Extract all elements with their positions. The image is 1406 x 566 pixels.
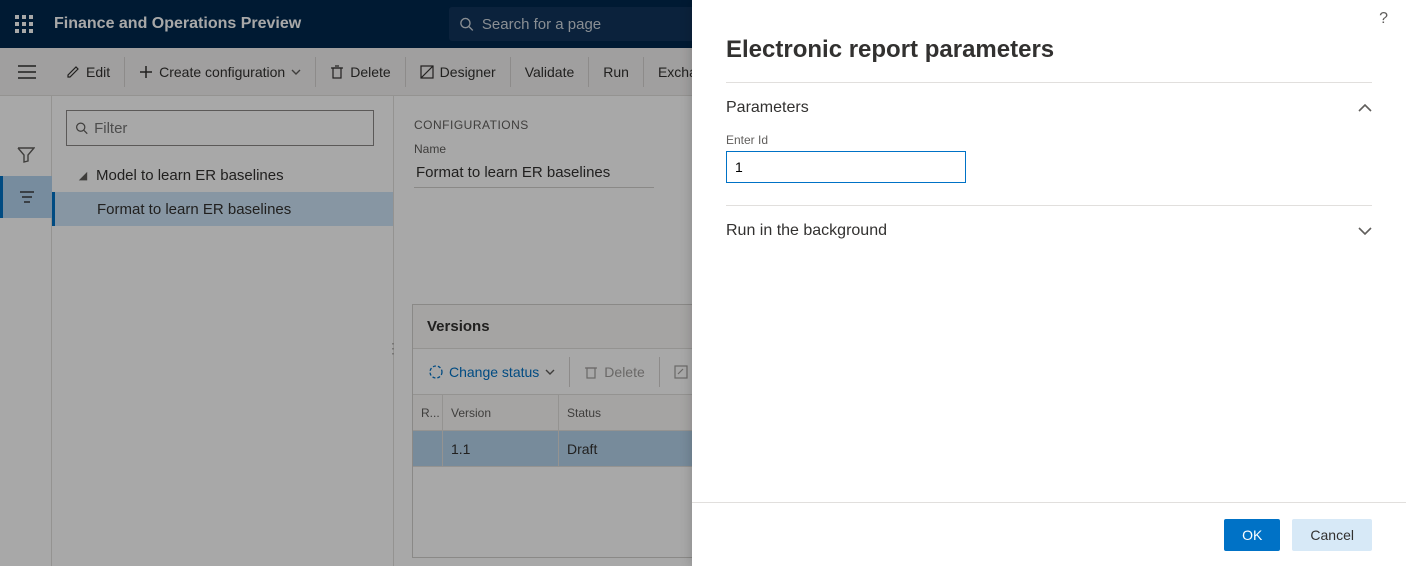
panel-title: Electronic report parameters xyxy=(692,0,1406,82)
enter-id-label: Enter Id xyxy=(726,133,1372,147)
ok-button[interactable]: OK xyxy=(1224,519,1280,551)
parameters-section: Parameters Enter Id xyxy=(726,82,1372,205)
report-parameters-panel: ? Electronic report parameters Parameter… xyxy=(692,0,1406,566)
chevron-down-icon xyxy=(1358,227,1372,235)
panel-footer: OK Cancel xyxy=(692,502,1406,566)
help-button[interactable]: ? xyxy=(1379,10,1388,28)
parameters-section-label: Parameters xyxy=(726,99,809,117)
background-section: Run in the background xyxy=(726,205,1372,256)
chevron-up-icon xyxy=(1358,104,1372,112)
background-section-header[interactable]: Run in the background xyxy=(726,222,1372,240)
background-section-label: Run in the background xyxy=(726,222,887,240)
parameters-section-header[interactable]: Parameters xyxy=(726,99,1372,117)
cancel-button[interactable]: Cancel xyxy=(1292,519,1372,551)
enter-id-input[interactable] xyxy=(726,151,966,183)
